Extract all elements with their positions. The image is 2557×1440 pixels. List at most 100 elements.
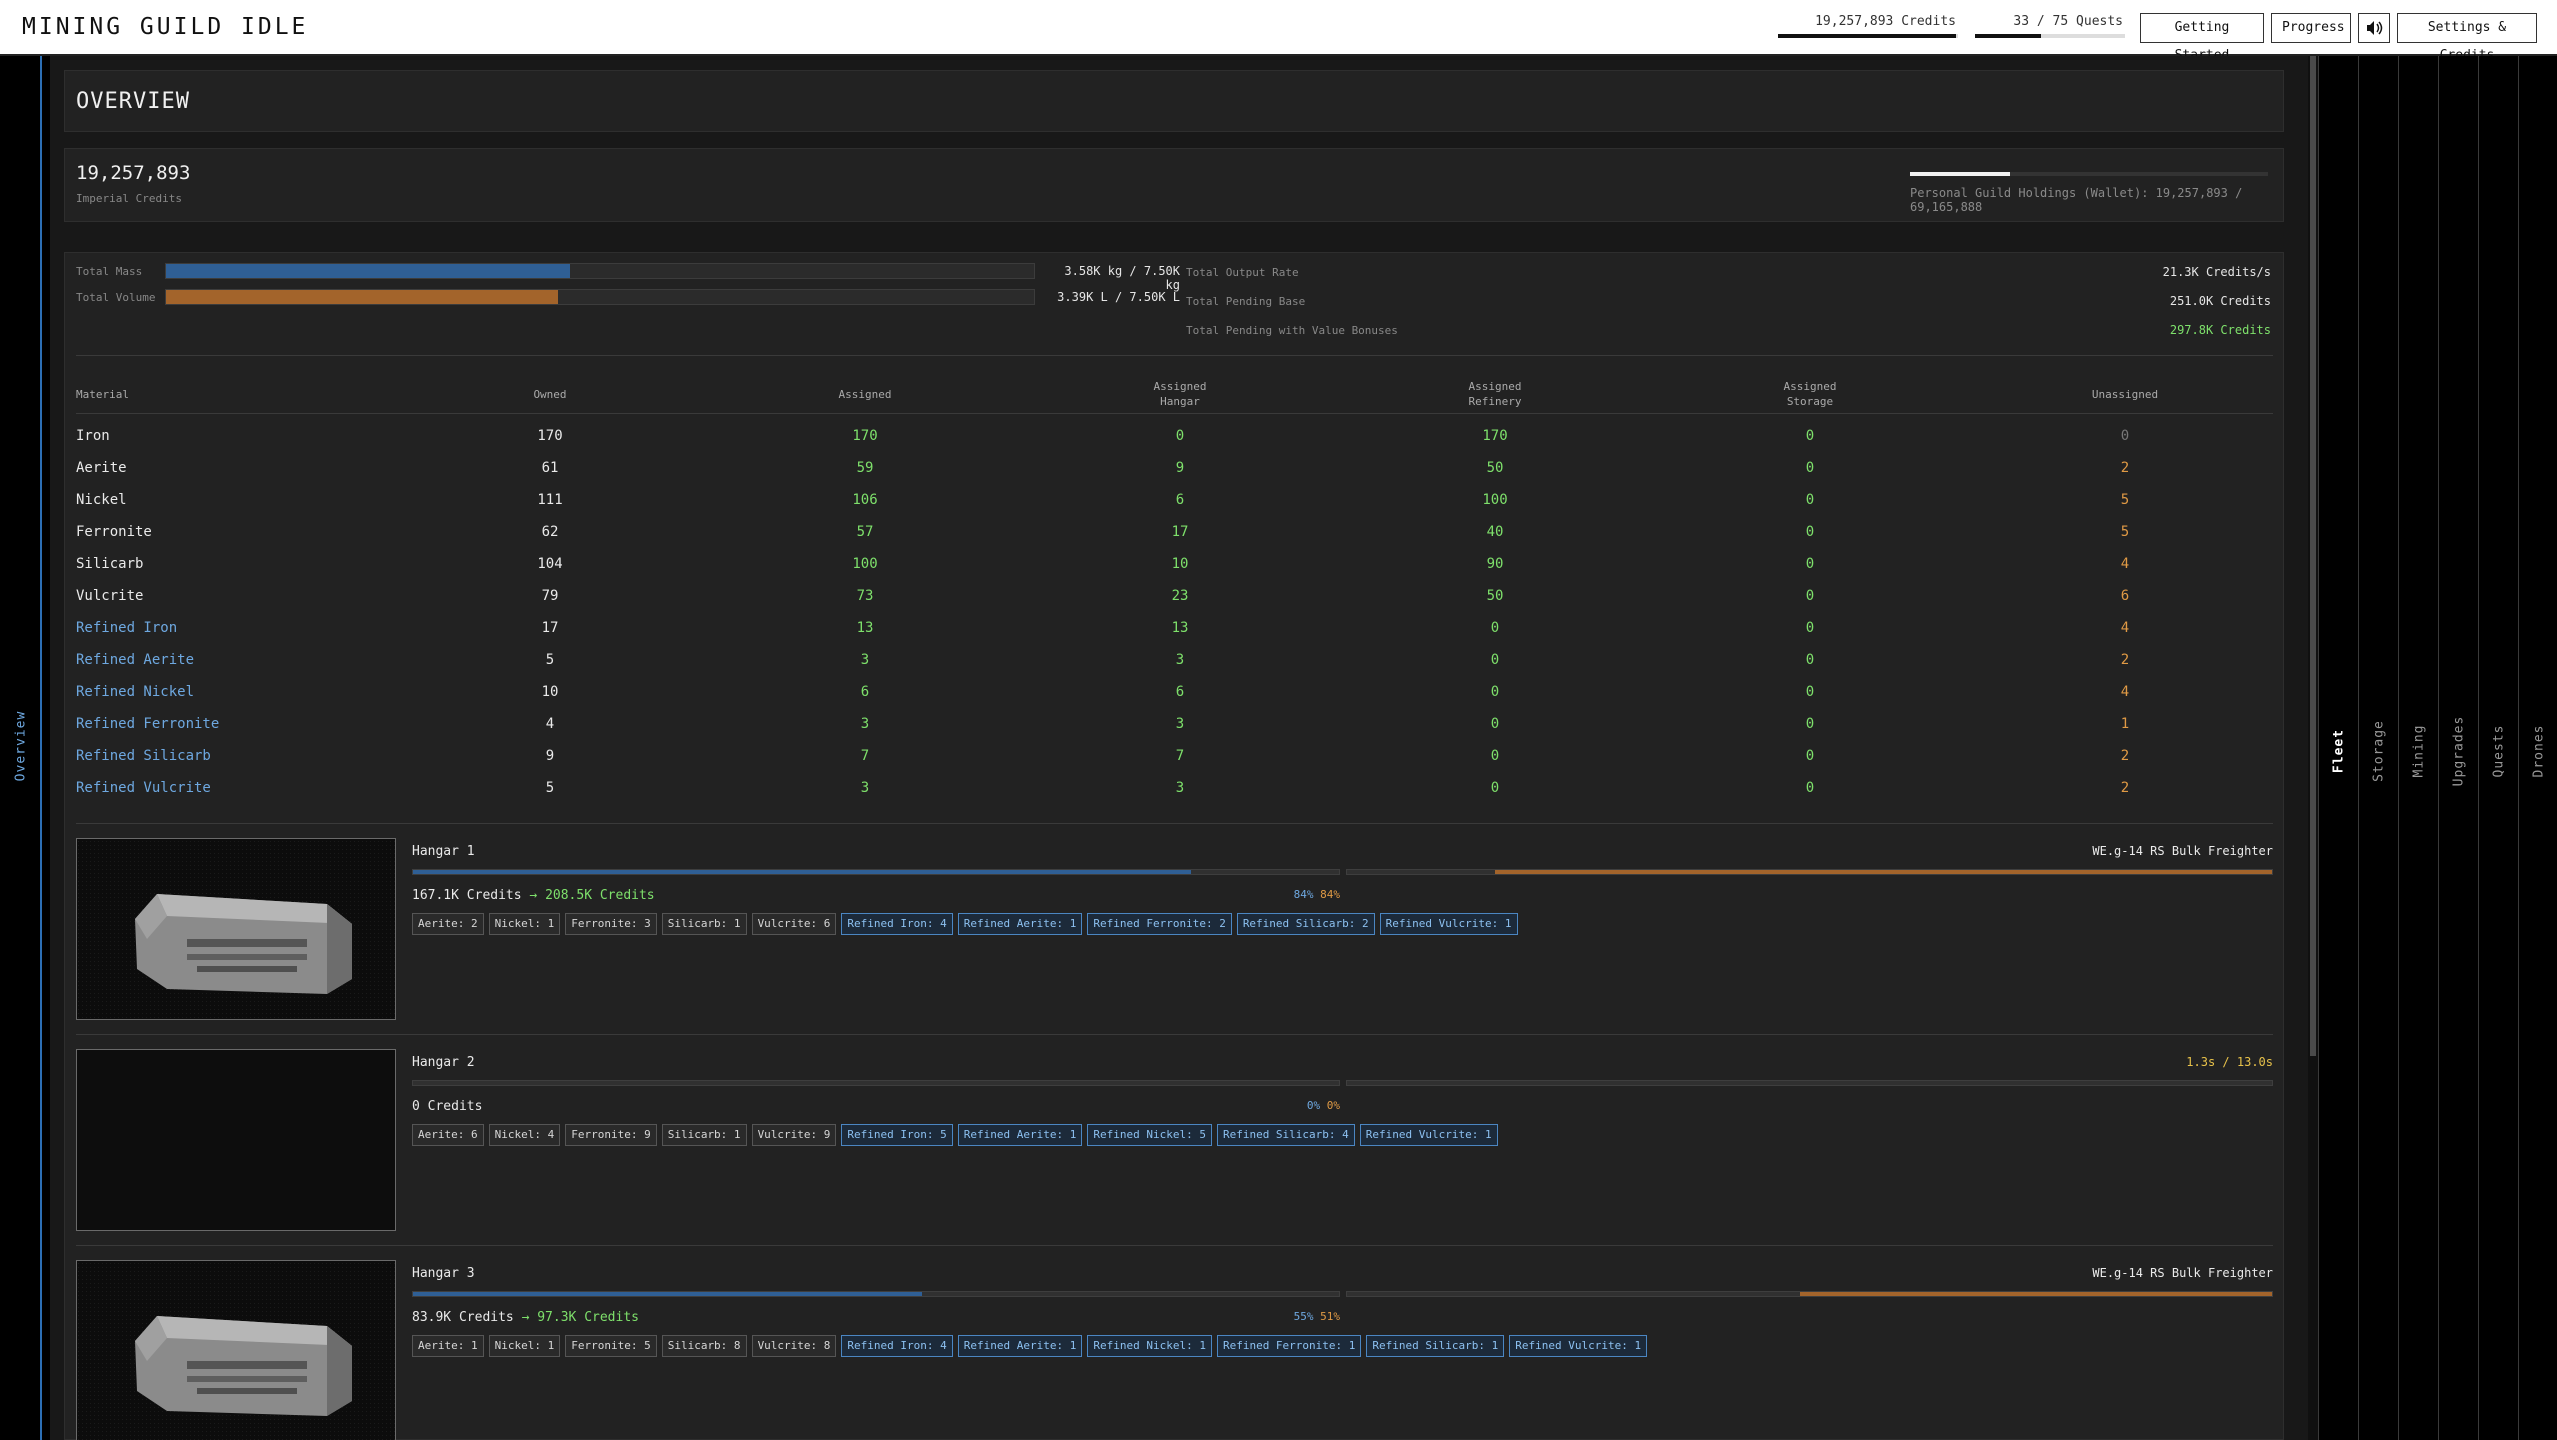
cell-hangar: 3	[1175, 652, 1185, 668]
hangar-volume-bar	[1346, 1291, 2273, 1297]
progress-button[interactable]: Progress	[2271, 13, 2351, 43]
credits-progress-bar	[1778, 34, 1958, 38]
cargo-tag[interactable]: Refined Aerite: 1	[957, 1124, 1083, 1146]
pending-base-label: Total Pending Base	[1186, 295, 1306, 308]
cargo-tag[interactable]: Silicarb: 1	[661, 913, 747, 935]
cargo-tag[interactable]: Refined Iron: 4	[841, 1335, 953, 1357]
cargo-tag[interactable]: Ferronite: 5	[565, 1335, 657, 1357]
cargo-tag[interactable]: Silicarb: 1	[661, 1124, 747, 1146]
hangar-card: Hangar 2 1.3s / 13.0s 0 Credits 0% 0% Ae…	[76, 1034, 2273, 1232]
hangar-image[interactable]	[76, 838, 396, 1020]
cell-refinery: 100	[1482, 492, 1508, 508]
cargo-tag[interactable]: Refined Nickel: 1	[1087, 1335, 1212, 1357]
cargo-tag[interactable]: Ferronite: 9	[565, 1124, 657, 1146]
cell-refinery: 40	[1486, 524, 1504, 540]
hangar-image[interactable]	[76, 1049, 396, 1231]
tab-mining[interactable]: Mining	[2398, 56, 2438, 1440]
cargo-tag[interactable]: Refined Silicarb: 1	[1366, 1335, 1505, 1357]
cargo-tag[interactable]: Aerite: 2	[412, 913, 484, 935]
hangar-credits-current: 0 Credits	[412, 1099, 483, 1114]
total-mass-value: 3.58K kg / 7.50K kg	[1064, 264, 1180, 292]
cargo-tag[interactable]: Refined Iron: 4	[841, 913, 953, 935]
cargo-tag[interactable]: Refined Aerite: 1	[957, 913, 1083, 935]
credits-progress-label: 19,257,893 Credits	[1815, 14, 1956, 29]
cell-unassigned: 2	[2120, 780, 2130, 796]
hangar-name: Hangar 2	[412, 1055, 475, 1070]
hangar-percent-b: 0%	[1326, 1099, 1340, 1112]
cargo-tag[interactable]: Refined Aerite: 1	[957, 1335, 1083, 1357]
cargo-tag[interactable]: Refined Iron: 5	[841, 1124, 953, 1146]
material-name: Refined Silicarb	[76, 748, 211, 764]
tab-storage[interactable]: Storage	[2358, 56, 2398, 1440]
cell-owned: 4	[545, 716, 555, 732]
cell-unassigned: 5	[2120, 524, 2130, 540]
tab-quests[interactable]: Quests	[2478, 56, 2518, 1440]
speaker-icon	[2367, 21, 2383, 35]
scrollbar[interactable]	[2308, 56, 2318, 1440]
hangar-percent-a: 0%	[1306, 1099, 1321, 1112]
cargo-tag[interactable]: Nickel: 4	[488, 1124, 561, 1146]
tab-drones[interactable]: Drones	[2518, 56, 2557, 1440]
total-volume-bar	[165, 289, 1035, 305]
header-assigned-hangar: Assigned Hangar	[1153, 380, 1207, 408]
getting-started-button[interactable]: Getting Started	[2140, 13, 2264, 63]
cargo-tag[interactable]: Aerite: 6	[412, 1124, 484, 1146]
hangar-percent-b: 51%	[1320, 1310, 1340, 1323]
cell-owned: 17	[541, 620, 559, 636]
tab-upgrades[interactable]: Upgrades	[2438, 56, 2478, 1440]
hangar-credits-current: 83.9K Credits	[412, 1310, 514, 1325]
cell-refinery: 0	[1490, 652, 1500, 668]
cell-hangar: 13	[1171, 620, 1189, 636]
quests-progress-label: 33 / 75 Quests	[2013, 14, 2123, 29]
output-rate-label: Total Output Rate	[1186, 266, 1299, 279]
cargo-tag[interactable]: Nickel: 1	[488, 1335, 561, 1357]
cell-hangar: 7	[1175, 748, 1185, 764]
cell-storage: 0	[1805, 716, 1815, 732]
cargo-tag[interactable]: Refined Vulcrite: 1	[1379, 913, 1518, 935]
cell-assigned: 3	[860, 716, 870, 732]
cargo-tag[interactable]: Refined Nickel: 5	[1087, 1124, 1212, 1146]
cargo-tag[interactable]: Refined Vulcrite: 1	[1359, 1124, 1498, 1146]
cargo-tag[interactable]: Silicarb: 8	[661, 1335, 747, 1357]
cargo-tag[interactable]: Vulcrite: 6	[751, 913, 837, 935]
tab-overview-label: Overview	[13, 710, 29, 782]
scrollbar-thumb[interactable]	[2310, 56, 2316, 1056]
cargo-tag[interactable]: Refined Ferronite: 2	[1087, 913, 1232, 935]
total-volume-value: 3.39K L / 7.50K L	[1057, 290, 1180, 304]
cell-assigned: 3	[860, 780, 870, 796]
tab-fleet[interactable]: Fleet	[2318, 56, 2358, 1440]
pending-base-value: 251.0K Credits	[2169, 294, 2271, 308]
cargo-tag[interactable]: Refined Vulcrite: 1	[1509, 1335, 1648, 1357]
cell-refinery: 90	[1486, 556, 1504, 572]
hangar-cargo-tags: Aerite: 1 Nickel: 1 Ferronite: 5 Silicarb: …	[412, 1335, 1648, 1357]
sound-toggle-button[interactable]	[2358, 13, 2390, 43]
cargo-tag[interactable]: Nickel: 1	[488, 913, 561, 935]
cargo-tag[interactable]: Aerite: 1	[412, 1335, 484, 1357]
hangar-ship-name: WE.g-14 RS Bulk Freighter	[2092, 1266, 2273, 1280]
cell-hangar: 10	[1171, 556, 1189, 572]
quests-progress-bar	[1975, 34, 2125, 38]
cargo-tag[interactable]: Vulcrite: 8	[751, 1335, 837, 1357]
cell-owned: 79	[541, 588, 559, 604]
hangar-credits-target: 97.3K Credits	[537, 1310, 639, 1325]
header-assigned-storage: Assigned Storage	[1783, 380, 1837, 408]
cell-unassigned: 1	[2120, 716, 2130, 732]
cargo-tag[interactable]: Refined Silicarb: 4	[1216, 1124, 1355, 1146]
cell-hangar: 0	[1175, 428, 1185, 444]
cell-owned: 5	[545, 780, 555, 796]
cargo-tag[interactable]: Vulcrite: 9	[751, 1124, 837, 1146]
hangar-mass-bar	[412, 869, 1340, 875]
cell-refinery: 50	[1486, 588, 1504, 604]
settings-credits-button[interactable]: Settings & Credits	[2397, 13, 2537, 63]
hangar-image[interactable]	[76, 1260, 396, 1440]
cargo-tag[interactable]: Refined Ferronite: 1	[1216, 1335, 1362, 1357]
tab-overview[interactable]: Overview	[0, 686, 42, 806]
cargo-tag[interactable]: Refined Silicarb: 2	[1236, 913, 1375, 935]
cell-assigned: 57	[856, 524, 874, 540]
cargo-tag[interactable]: Ferronite: 3	[565, 913, 657, 935]
hangar-cargo-tags: Aerite: 6 Nickel: 4 Ferronite: 9 Silicarb: …	[412, 1124, 1498, 1146]
cell-assigned: 106	[852, 492, 878, 508]
material-name: Aerite	[76, 460, 127, 476]
stats-panel: Total Mass 3.58K kg / 7.50K kg Total Vol…	[64, 252, 2284, 1440]
material-name: Refined Ferronite	[76, 716, 220, 732]
